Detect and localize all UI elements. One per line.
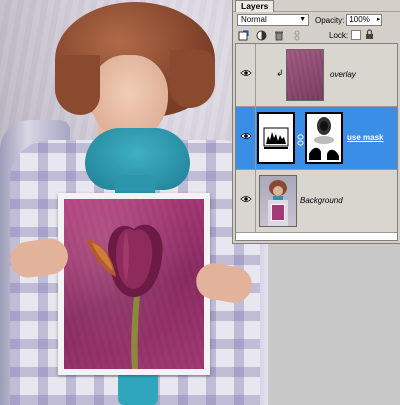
eye-icon[interactable] [239, 192, 253, 206]
chevron-right-icon[interactable]: ▸ [377, 15, 381, 25]
chain-icon[interactable] [297, 134, 304, 146]
divider [255, 170, 256, 232]
lock-icon[interactable] [365, 28, 374, 42]
divider [255, 44, 256, 106]
layer-name: overlay [330, 70, 356, 79]
tulip-painting [58, 193, 210, 375]
clip-arrow-icon: ↲ [276, 68, 284, 78]
layer-options-row: Normal ▼ Opacity: 100% ▸ [237, 13, 396, 27]
chevron-down-icon: ▼ [299, 16, 306, 23]
opacity-label: Opacity: [315, 15, 345, 25]
panel-tab-bar: Layers [233, 0, 400, 12]
lock-transparency-icon[interactable] [351, 30, 362, 40]
tulip-illustration [86, 224, 163, 369]
tab-layers[interactable]: Layers [235, 0, 275, 12]
hair-left [55, 55, 100, 115]
mask-thumbnail [305, 112, 343, 164]
eye-icon[interactable] [239, 129, 253, 143]
layer-row-background[interactable]: Background [236, 170, 397, 233]
hair-right [170, 50, 215, 108]
layer-tools-row: Lock: [237, 28, 396, 42]
link-icon[interactable] [291, 29, 303, 41]
opacity-value: 100% [349, 15, 370, 24]
layer-name: Background [300, 196, 343, 205]
divider [255, 107, 256, 169]
new-fill-layer-icon[interactable] [237, 29, 249, 41]
blend-mode-select[interactable]: Normal ▼ [237, 14, 309, 26]
trash-icon[interactable] [273, 29, 285, 41]
layer-row-overlay[interactable]: ↲ overlay [236, 44, 397, 107]
lock-label: Lock: [329, 30, 349, 40]
layers-panel: Layers Normal ▼ Opacity: 100% ▸ Lock: ↲ … [232, 0, 400, 244]
layer-row-use-mask[interactable]: use mask [236, 107, 397, 170]
levels-thumbnail [257, 112, 295, 164]
scarf-end [118, 370, 158, 405]
painting-surface [64, 199, 204, 369]
eye-icon[interactable] [239, 66, 253, 80]
adjustment-layer-icon[interactable] [255, 29, 267, 41]
opacity-field[interactable]: 100% ▸ [346, 14, 383, 26]
blend-mode-value: Normal [241, 15, 267, 24]
background-thumbnail [259, 175, 297, 227]
layer-thumbnail [286, 49, 324, 101]
layers-list: ↲ overlay use mask Background [235, 43, 398, 241]
layer-name: use mask [347, 133, 384, 142]
document-canvas[interactable] [0, 0, 268, 405]
